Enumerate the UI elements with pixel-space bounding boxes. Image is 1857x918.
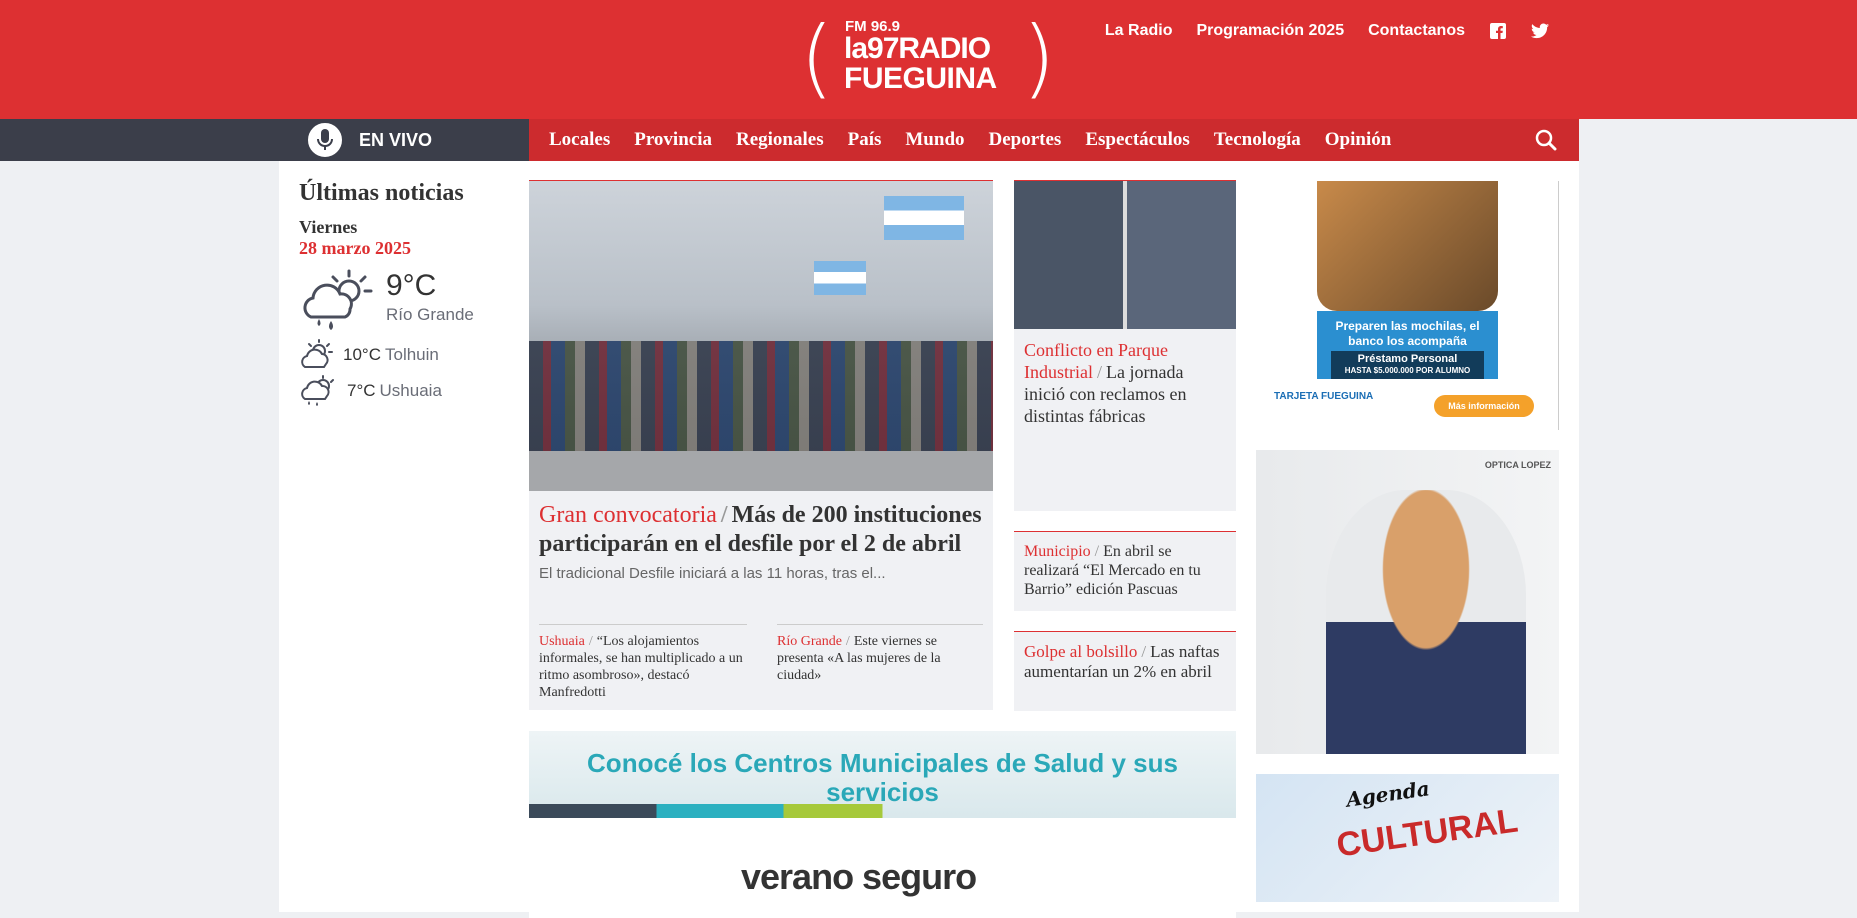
weather-item: 10°C Tolhuin (299, 337, 499, 373)
loan-title: Préstamo Personal (1357, 353, 1458, 365)
road-shape (529, 451, 993, 491)
rain-cloud-icon (301, 375, 334, 406)
latest-news-sidebar: Últimas noticias Viernes 28 marzo 2025 9… (299, 180, 499, 409)
model-photo (1326, 490, 1526, 754)
featured-kicker: Gran convocatoria (539, 502, 717, 528)
ad-loan: Préstamo Personal HASTA $5.000.000 POR AL… (1331, 351, 1484, 379)
main-menu: Locales Provincia Regionales País Mundo … (529, 119, 1579, 161)
radio-logo[interactable]: ( FM 96.9 la97RADIO FUEGUINA ) (800, 8, 1060, 108)
link-la-radio[interactable]: La Radio (1105, 22, 1173, 40)
more-info-button[interactable]: Más información (1434, 395, 1534, 417)
side-news-text: Conflicto en Parque Industrial / La jornad… (1014, 329, 1236, 437)
menu-opinion[interactable]: Opinión (1325, 129, 1392, 151)
search-icon[interactable] (1535, 129, 1557, 156)
weather-item: 7°C Ushuaia (299, 373, 499, 409)
weather-city: Ushuaia (379, 381, 442, 400)
weather-temp: 10°C (343, 345, 381, 364)
ad-verano-text: verano seguro (741, 856, 977, 897)
logo-left-wave: ( (800, 8, 834, 108)
ad-centros-salud[interactable]: Conocé los Centros Municipales de Salud … (529, 731, 1236, 818)
crowd-shape (529, 341, 993, 451)
side-kicker: Golpe al bolsillo (1024, 642, 1138, 661)
facebook-icon[interactable] (1489, 22, 1507, 40)
menu-deportes[interactable]: Deportes (989, 129, 1062, 151)
featured-image[interactable] (529, 181, 993, 491)
weather-main: 9°C Río Grande (299, 267, 499, 337)
ad-agenda-cultural[interactable]: Agenda CULTURAL (1256, 774, 1559, 902)
flag-shape (884, 196, 964, 240)
site-header: ( FM 96.9 la97RADIO FUEGUINA ) La Radio … (0, 0, 1857, 119)
main-temperature: 9°C (386, 269, 437, 302)
ad-verano-seguro[interactable]: verano seguro (529, 838, 1236, 918)
menu-espectaculos[interactable]: Espectáculos (1085, 129, 1190, 151)
latest-news-title: Últimas noticias (299, 180, 464, 206)
weather-city: Tolhuin (384, 345, 439, 364)
side-news-item[interactable]: Golpe al bolsillo / Las naftas aumentarían… (1014, 631, 1236, 711)
microphone-icon (304, 119, 346, 161)
menu-provincia[interactable]: Provincia (634, 129, 712, 151)
ad-salud-text: Conocé los Centros Municipales de Salud … (587, 748, 1178, 807)
featured-summary: El tradicional Desfile iniciará a las 11… (539, 565, 886, 582)
separator: / (845, 634, 850, 649)
weekday: Viernes (299, 217, 358, 237)
menu-regionales[interactable]: Regionales (736, 129, 824, 151)
loan-subtitle: HASTA $5.000.000 POR ALUMNO (1344, 366, 1471, 375)
flag-shape (814, 261, 866, 295)
menu-tecnologia[interactable]: Tecnología (1214, 129, 1301, 151)
twitter-icon[interactable] (1531, 22, 1549, 40)
link-contactanos[interactable]: Contactanos (1368, 22, 1465, 40)
cultural-text: CULTURAL (1334, 801, 1521, 865)
partly-cloudy-icon (301, 339, 333, 368)
related-news: Ushuaia / “Los alojamientos informales, se… (539, 624, 983, 701)
side-kicker: Municipio (1024, 543, 1091, 560)
side-news-image[interactable] (1014, 181, 1236, 329)
logo-right-wave: ) (1022, 8, 1056, 108)
link-programacion[interactable]: Programación 2025 (1196, 22, 1344, 40)
students-photo (1317, 181, 1498, 311)
side-news-item[interactable]: Conflicto en Parque Industrial / La jornad… (1014, 180, 1236, 511)
current-date: 28 marzo 2025 (299, 238, 411, 258)
separator: / (1097, 362, 1103, 382)
logo-line-1: la97RADIO (844, 32, 991, 65)
ad-optica[interactable]: OPTICA LOPEZ (1256, 450, 1559, 754)
rain-cloud-sun-icon (303, 269, 373, 330)
side-news-item[interactable]: Municipio / En abril se realizará “El Merc… (1014, 531, 1236, 611)
logo-line-2: FUEGUINA (844, 62, 997, 95)
menu-pais[interactable]: País (848, 129, 882, 151)
separator: / (1141, 642, 1147, 661)
main-city: Río Grande (386, 305, 474, 324)
top-links: La Radio Programación 2025 Contactanos (1105, 22, 1549, 40)
live-label: EN VIVO (359, 130, 433, 150)
weather-temp: 7°C (347, 381, 376, 400)
related-kicker: Río Grande (776, 634, 842, 649)
optica-logo: OPTICA LOPEZ (1484, 460, 1551, 470)
tarjeta-logo: TARJETA FUEGUINA (1274, 391, 1374, 402)
side-news-text: Golpe al bolsillo / Las naftas aumentarían… (1014, 632, 1236, 692)
featured-article[interactable]: Gran convocatoria / Más de 200 institucion… (529, 180, 993, 710)
separator: / (720, 502, 728, 528)
featured-headline[interactable]: Gran convocatoria / Más de 200 institucion… (539, 501, 983, 559)
agenda-text: Agenda (1344, 776, 1431, 812)
related-item[interactable]: Río Grande / Este viernes se presenta «A l… (776, 624, 983, 701)
live-button[interactable]: EN VIVO (279, 119, 529, 161)
related-kicker: Ushuaia (539, 634, 585, 649)
menu-mundo[interactable]: Mundo (905, 129, 964, 151)
separator: / (1094, 543, 1100, 560)
ad-tarjeta-fueguina[interactable]: Preparen las mochilas, el banco los acom… (1256, 181, 1559, 430)
side-news-text: Municipio / En abril se realizará “El Merc… (1014, 532, 1236, 609)
related-item[interactable]: Ushuaia / “Los alojamientos informales, se… (539, 624, 747, 701)
ad-stripe (529, 804, 1236, 818)
separator: / (588, 634, 593, 649)
menu-locales[interactable]: Locales (549, 129, 610, 151)
